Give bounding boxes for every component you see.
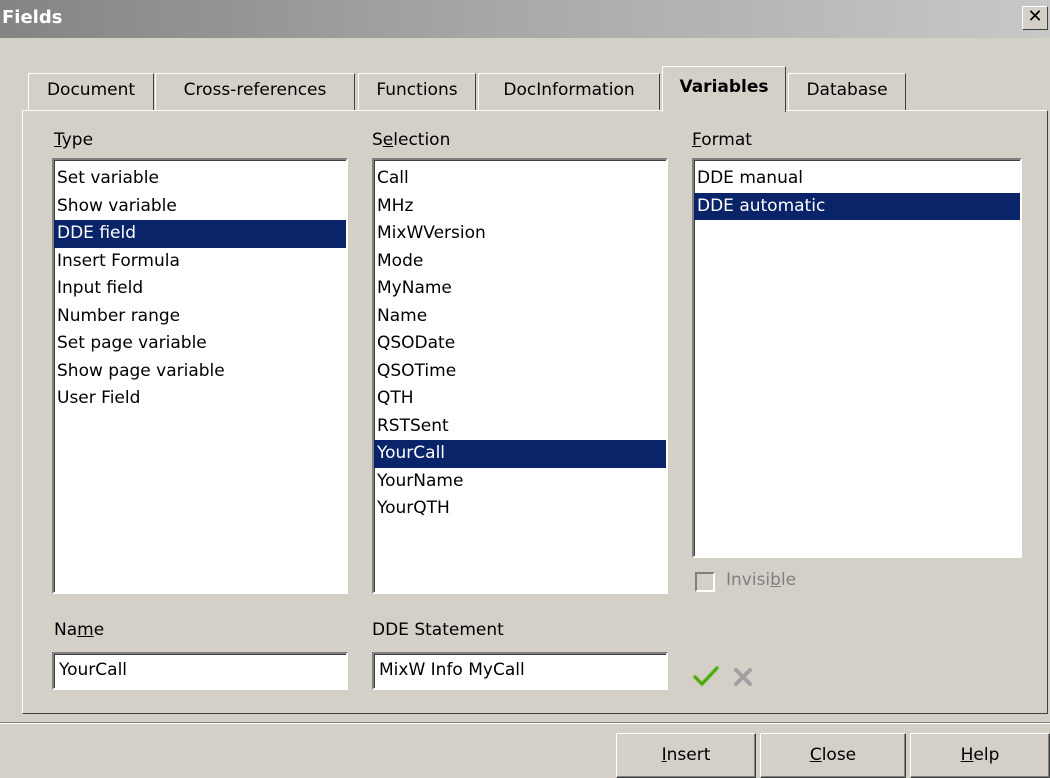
tab-cross-references[interactable]: Cross-references (155, 73, 355, 111)
format-label: Format (692, 130, 752, 150)
invisible-label: Invisible (726, 570, 797, 590)
tab-functions[interactable]: Functions (358, 73, 476, 111)
list-item[interactable]: YourQTH (374, 495, 666, 523)
selection-label: Selection (372, 130, 451, 150)
selection-listbox[interactable]: Call MHz MixWVersion Mode MyName Name QSODate Q… (372, 158, 668, 594)
title-bar: Fields ✕ (0, 0, 1050, 38)
list-item[interactable]: RSTSent (374, 413, 666, 441)
list-item[interactable]: MHz (374, 193, 666, 221)
list-item[interactable]: Insert Formula (54, 248, 346, 276)
list-item[interactable]: Mode (374, 248, 666, 276)
close-icon: ✕ (1027, 6, 1043, 27)
insert-button[interactable]: Insert (616, 733, 756, 778)
list-item[interactable]: DDE manual (694, 165, 1020, 193)
tab-label: Functions (376, 80, 458, 100)
tab-variables[interactable]: Variables (662, 66, 786, 112)
list-item[interactable]: MixWVersion (374, 220, 666, 248)
list-item[interactable]: Show variable (54, 193, 346, 221)
help-button[interactable]: Help (910, 733, 1050, 778)
tab-label: Database (806, 80, 888, 100)
list-item[interactable]: Input field (54, 275, 346, 303)
close-button[interactable]: Close (760, 733, 906, 778)
dde-statement-input[interactable]: MixW Info MyCall (372, 652, 668, 690)
list-item[interactable]: User Field (54, 385, 346, 413)
list-item[interactable]: YourName (374, 468, 666, 496)
list-item[interactable]: YourCall (374, 440, 666, 468)
bottom-separator (0, 722, 1050, 724)
list-item[interactable]: Name (374, 303, 666, 331)
tab-label: Variables (679, 77, 769, 97)
list-item[interactable]: Number range (54, 303, 346, 331)
invisible-checkbox[interactable] (695, 572, 715, 592)
list-item[interactable]: Set page variable (54, 330, 346, 358)
window-close-button[interactable]: ✕ (1022, 6, 1048, 30)
dde-statement-label: DDE Statement (372, 620, 504, 640)
name-label: Name (54, 620, 105, 640)
list-item[interactable]: DDE field (54, 220, 346, 248)
type-label: Type (54, 130, 94, 150)
list-item[interactable]: DDE automatic (694, 192, 1020, 220)
tab-label: Cross-references (183, 80, 327, 100)
list-item[interactable]: Set variable (54, 165, 346, 193)
format-listbox[interactable]: DDE manual DDE automatic (692, 158, 1022, 558)
list-item[interactable]: QSOTime (374, 358, 666, 386)
tab-document[interactable]: Document (28, 73, 154, 111)
list-item[interactable]: QSODate (374, 330, 666, 358)
checkmark-icon (693, 666, 719, 686)
tab-label: Document (46, 80, 136, 100)
cross-icon (734, 668, 752, 686)
list-item[interactable]: QTH (374, 385, 666, 413)
tab-docinformation[interactable]: DocInformation (478, 73, 660, 111)
list-item[interactable]: MyName (374, 275, 666, 303)
apply-button[interactable] (692, 662, 720, 690)
tab-label: DocInformation (503, 80, 635, 100)
list-item[interactable]: Call (374, 165, 666, 193)
tab-database[interactable]: Database (788, 73, 906, 111)
window-title: Fields (2, 7, 63, 28)
type-listbox[interactable]: Set variable Show variable DDE field Insert… (52, 158, 348, 594)
name-input[interactable]: YourCall (52, 652, 348, 690)
discard-button[interactable] (732, 666, 754, 688)
list-item[interactable]: Show page variable (54, 358, 346, 386)
